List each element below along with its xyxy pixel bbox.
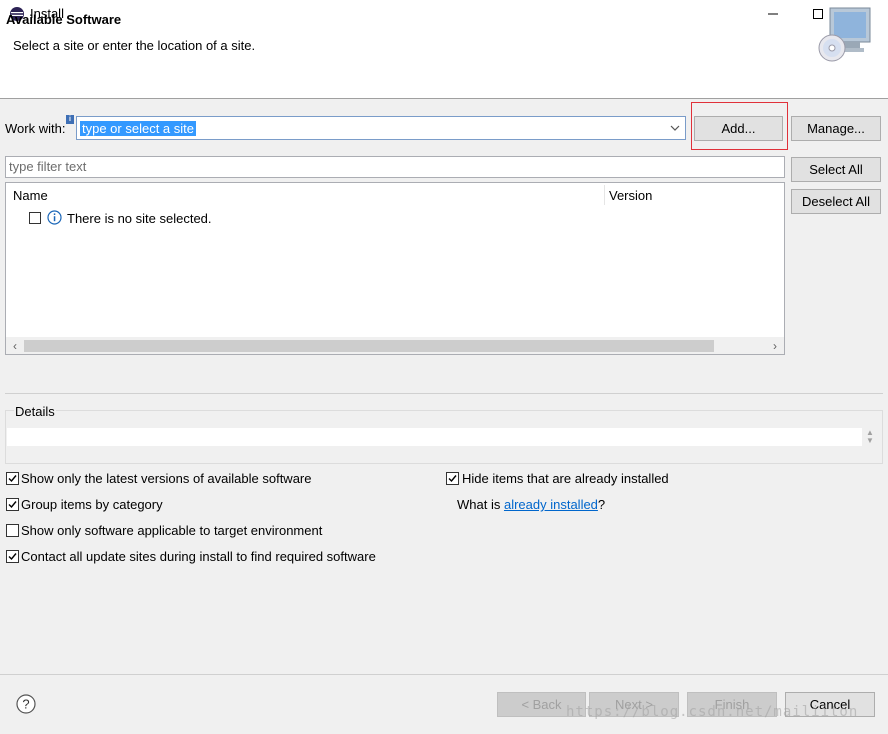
install-cd-monitor-icon bbox=[816, 6, 874, 64]
row-checkbox[interactable] bbox=[29, 212, 41, 224]
target-environment-label: Show only software applicable to target … bbox=[21, 523, 323, 538]
column-divider[interactable] bbox=[604, 185, 605, 205]
highlight-box bbox=[691, 102, 788, 150]
help-glyph: ? bbox=[22, 697, 29, 712]
what-is-suffix: ? bbox=[597, 497, 606, 512]
work-with-value: type or select a site bbox=[80, 121, 196, 136]
details-text[interactable] bbox=[7, 428, 862, 446]
scroll-right-icon[interactable]: › bbox=[769, 339, 781, 353]
work-with-combo[interactable]: type or select a site bbox=[76, 116, 686, 140]
select-all-button[interactable]: Select All bbox=[791, 157, 881, 182]
page-title: Available Software bbox=[6, 12, 122, 27]
contact-sites-label: Contact all update sites during install … bbox=[21, 549, 376, 564]
minimize-icon[interactable] bbox=[750, 0, 796, 28]
what-is-prefix: What is bbox=[457, 497, 504, 512]
filter-input[interactable]: type filter text bbox=[5, 156, 785, 178]
latest-versions-checkbox[interactable] bbox=[6, 472, 19, 485]
latest-versions-label: Show only the latest versions of availab… bbox=[21, 471, 312, 486]
horizontal-scrollbar[interactable]: ‹ › bbox=[6, 337, 784, 354]
scroll-left-icon[interactable]: ‹ bbox=[9, 339, 21, 353]
what-is-installed-text: What is already installed? bbox=[457, 497, 605, 512]
info-icon bbox=[47, 210, 62, 225]
deselect-all-button[interactable]: Deselect All bbox=[791, 189, 881, 214]
list-item: There is no site selected. bbox=[67, 211, 212, 226]
column-header-version[interactable]: Version bbox=[609, 188, 652, 203]
column-header-name[interactable]: Name bbox=[13, 188, 48, 203]
scrollbar-thumb[interactable] bbox=[24, 340, 714, 352]
details-scroll-icon[interactable]: ▲ ▼ bbox=[864, 429, 876, 447]
group-by-category-label: Group items by category bbox=[21, 497, 163, 512]
details-label: Details bbox=[14, 404, 56, 419]
page-description: Select a site or enter the location of a… bbox=[13, 38, 256, 53]
chevron-down-icon[interactable] bbox=[669, 122, 681, 134]
target-environment-checkbox[interactable] bbox=[6, 524, 19, 537]
hide-installed-checkbox[interactable] bbox=[446, 472, 459, 485]
filter-placeholder: type filter text bbox=[9, 159, 87, 174]
hide-installed-label: Hide items that are already installed bbox=[462, 471, 669, 486]
watermark: https://blog.csdn.net/mailiiton bbox=[566, 704, 859, 720]
divider bbox=[5, 393, 883, 394]
already-installed-link[interactable]: already installed bbox=[504, 497, 598, 512]
group-by-category-checkbox[interactable] bbox=[6, 498, 19, 511]
manage-button[interactable]: Manage... bbox=[791, 116, 881, 141]
info-marker-icon: i bbox=[66, 115, 74, 124]
contact-sites-checkbox[interactable] bbox=[6, 550, 19, 563]
work-with-label: Work with: bbox=[5, 121, 66, 136]
help-icon[interactable]: ? bbox=[16, 694, 36, 714]
software-tree[interactable]: Name Version There is no site selected. … bbox=[5, 182, 785, 355]
footer-divider bbox=[0, 674, 888, 675]
